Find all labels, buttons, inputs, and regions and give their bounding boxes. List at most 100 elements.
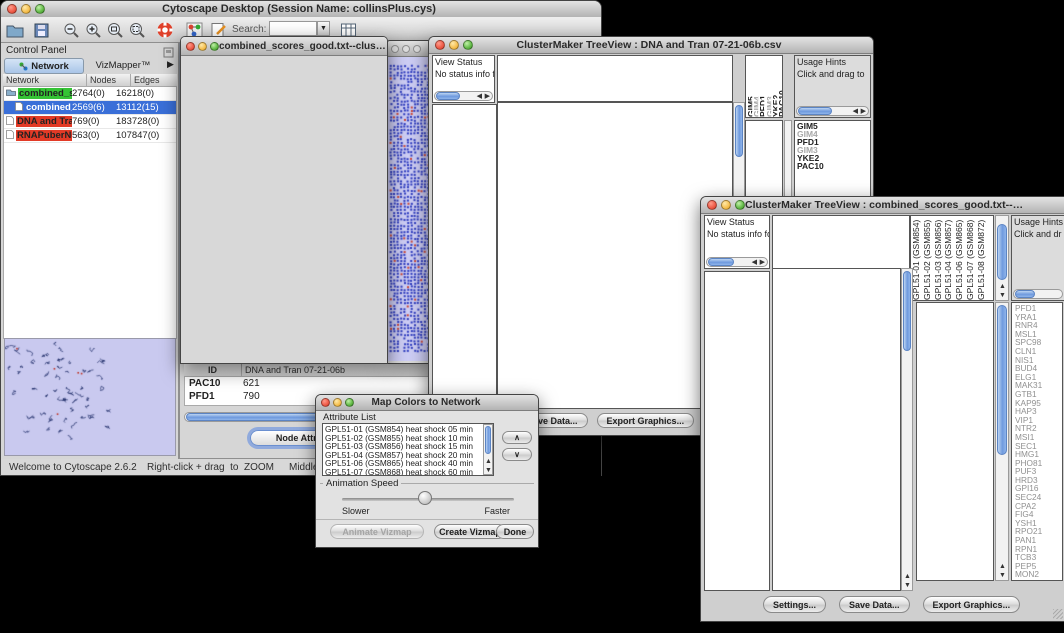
col-header-edges[interactable]: Edges [131,74,177,86]
scroll-down-icon[interactable]: ▼ [999,572,1006,579]
scroll-up-icon[interactable]: ▲ [999,283,1006,290]
scroll-up-icon[interactable]: ▲ [904,573,911,580]
tv2-column-label[interactable]: GPL51-07 (GSM868) [965,216,976,300]
data-col-id[interactable]: ID [184,364,242,376]
tv1-heatmap[interactable] [497,102,733,409]
scroll-down-icon[interactable]: ▼ [999,292,1006,299]
network-overview-canvas[interactable] [5,339,175,455]
animate-vizmap-button[interactable]: Animate Vizmap [330,524,424,539]
tv1-row-dendrogram-canvas[interactable] [433,105,496,408]
tv2-zoom-scroll-thumb[interactable] [997,305,1007,455]
search-input[interactable] [269,21,317,36]
dialog-titlebar[interactable]: Map Colors to Network [316,395,538,411]
minimize-icon[interactable] [402,45,410,53]
close-icon[interactable] [186,42,195,51]
scroll-down-icon[interactable]: ▼ [904,582,911,589]
tv2-collabel-scrollbar[interactable]: ▲ ▼ [995,215,1009,301]
zoom-window-icon[interactable] [463,40,473,50]
tv2-column-label[interactable]: GPL51-04 (GSM857) [943,216,954,300]
tv2-zoom-view-canvas[interactable] [917,303,993,580]
tv2-action-button[interactable]: Save Data... [839,596,910,613]
scroll-right-icon[interactable]: ▶ [760,259,765,266]
tv2-column-dendrogram-canvas[interactable] [773,216,909,268]
tv1-status-scroll-thumb[interactable] [436,92,460,100]
tv2-column-label[interactable]: GPL51-03 (GSM856) [933,216,944,300]
tv2-gene-label[interactable]: MON2 [1015,570,1059,579]
tab-overflow-arrow[interactable]: ▶ [167,59,174,70]
tv1-heatmap-canvas[interactable] [498,103,732,408]
zoom-window-icon[interactable] [345,398,354,407]
tv2-heatmap[interactable] [772,268,901,591]
zoom-window-icon[interactable] [413,45,421,53]
tv1-status-scrollbar[interactable]: ◀ ▶ [434,91,493,101]
attribute-list-scroll-thumb[interactable] [485,426,491,454]
minimize-icon[interactable] [449,40,459,50]
network2-titlebar[interactable] [387,41,434,57]
save-button[interactable] [29,19,53,41]
tv2-action-button[interactable]: Export Graphics... [923,596,1021,613]
tv2-usage-scrollbar[interactable] [1013,289,1063,299]
network-table-row[interactable]: combined_scores 2764(0) 16218(0) [4,87,176,101]
close-icon[interactable] [435,40,445,50]
tv2-row-dendrogram[interactable] [704,271,770,591]
zoom-window-icon[interactable] [735,200,745,210]
tab-vizmapper[interactable]: VizMapper™ [84,58,162,72]
tv2-usage-scroll-thumb[interactable] [1015,290,1035,298]
zoom-fit-button[interactable] [125,19,149,41]
tv2-column-label[interactable]: GPL51-06 (GSM865) [954,216,965,300]
zoom-in-button[interactable] [81,19,105,41]
scroll-left-icon[interactable]: ◀ [477,93,482,100]
tv1-column-label[interactable]: PAC10 [777,56,783,117]
scroll-left-icon[interactable]: ◀ [752,259,757,266]
minimize-icon[interactable] [198,42,207,51]
tv2-zoom-view[interactable] [916,302,994,581]
network-table-row[interactable]: RNAPuberNov2+I 563(0) 107847(0) [4,129,176,143]
close-icon[interactable] [707,200,717,210]
tv1-column-dendrogram-canvas[interactable] [498,56,732,101]
minimize-icon[interactable] [21,4,31,14]
tv1-vscroll-thumb[interactable] [735,105,743,157]
tv2-zoom-scrollbar[interactable]: ▲ ▼ [995,302,1009,581]
tv1-column-label[interactable]: YKE2 [771,56,777,117]
zoom-selected-button[interactable] [103,19,127,41]
tv1-gene-label[interactable]: PAC10 [797,162,868,170]
col-header-network[interactable]: Network [3,74,87,86]
tab-network[interactable]: Network [4,58,84,74]
attribute-list-item[interactable]: GPL51-07 (GSM868) heat shock 60 min [325,468,491,476]
open-file-button[interactable] [3,19,27,41]
tv2-column-label[interactable]: GPL51-02 (GSM855) [922,216,933,300]
tv1-usage-scroll-thumb[interactable] [798,107,832,115]
scroll-right-icon[interactable]: ▶ [485,93,490,100]
tv2-vscrollbar[interactable]: ▲ ▼ [901,268,913,591]
move-up-button[interactable]: ∧ [502,431,532,444]
close-icon[interactable] [391,45,399,53]
resize-grip[interactable] [1053,609,1063,619]
tv1-row-dendrogram[interactable] [432,104,497,409]
help-button[interactable] [153,19,177,41]
tv2-column-dendrogram[interactable] [772,215,910,269]
attribute-list-scrollbar[interactable]: ▲ ▼ [483,424,493,475]
close-icon[interactable] [321,398,330,407]
done-button[interactable]: Done [496,524,534,539]
col-header-nodes[interactable]: Nodes [87,74,131,86]
tv2-vscroll-thumb[interactable] [903,271,911,351]
tv2-heatmap-canvas[interactable] [773,269,900,590]
minimize-icon[interactable] [721,200,731,210]
scroll-left-icon[interactable]: ◀ [853,108,858,115]
tv2-column-label[interactable]: GPL51-08 (GSM872) [976,216,987,300]
minimize-icon[interactable] [333,398,342,407]
search-dropdown-button[interactable]: ▼ [317,21,330,36]
scroll-up-icon[interactable]: ▲ [999,563,1006,570]
network-table-row[interactable]: DNA and Tran 07 769(0) 183728(0) [4,115,176,129]
network-view-titlebar[interactable]: combined_scores_good.txt--cluste... [181,37,387,56]
speed-slider-thumb[interactable] [418,491,432,505]
zoom-out-button[interactable] [59,19,83,41]
zoom-window-icon[interactable] [210,42,219,51]
tv2-action-button[interactable]: Settings... [763,596,826,613]
treeview2-titlebar[interactable]: ClusterMaker TreeView : combined_scores_… [701,197,1064,214]
attribute-list[interactable]: GPL51-01 (GSM854) heat shock 05 minGPL51… [322,423,494,476]
tv1-action-button[interactable]: Export Graphics... [597,413,695,428]
close-icon[interactable] [7,4,17,14]
main-titlebar[interactable]: Cytoscape Desktop (Session Name: collins… [1,1,601,18]
move-down-button[interactable]: ∨ [502,448,532,461]
